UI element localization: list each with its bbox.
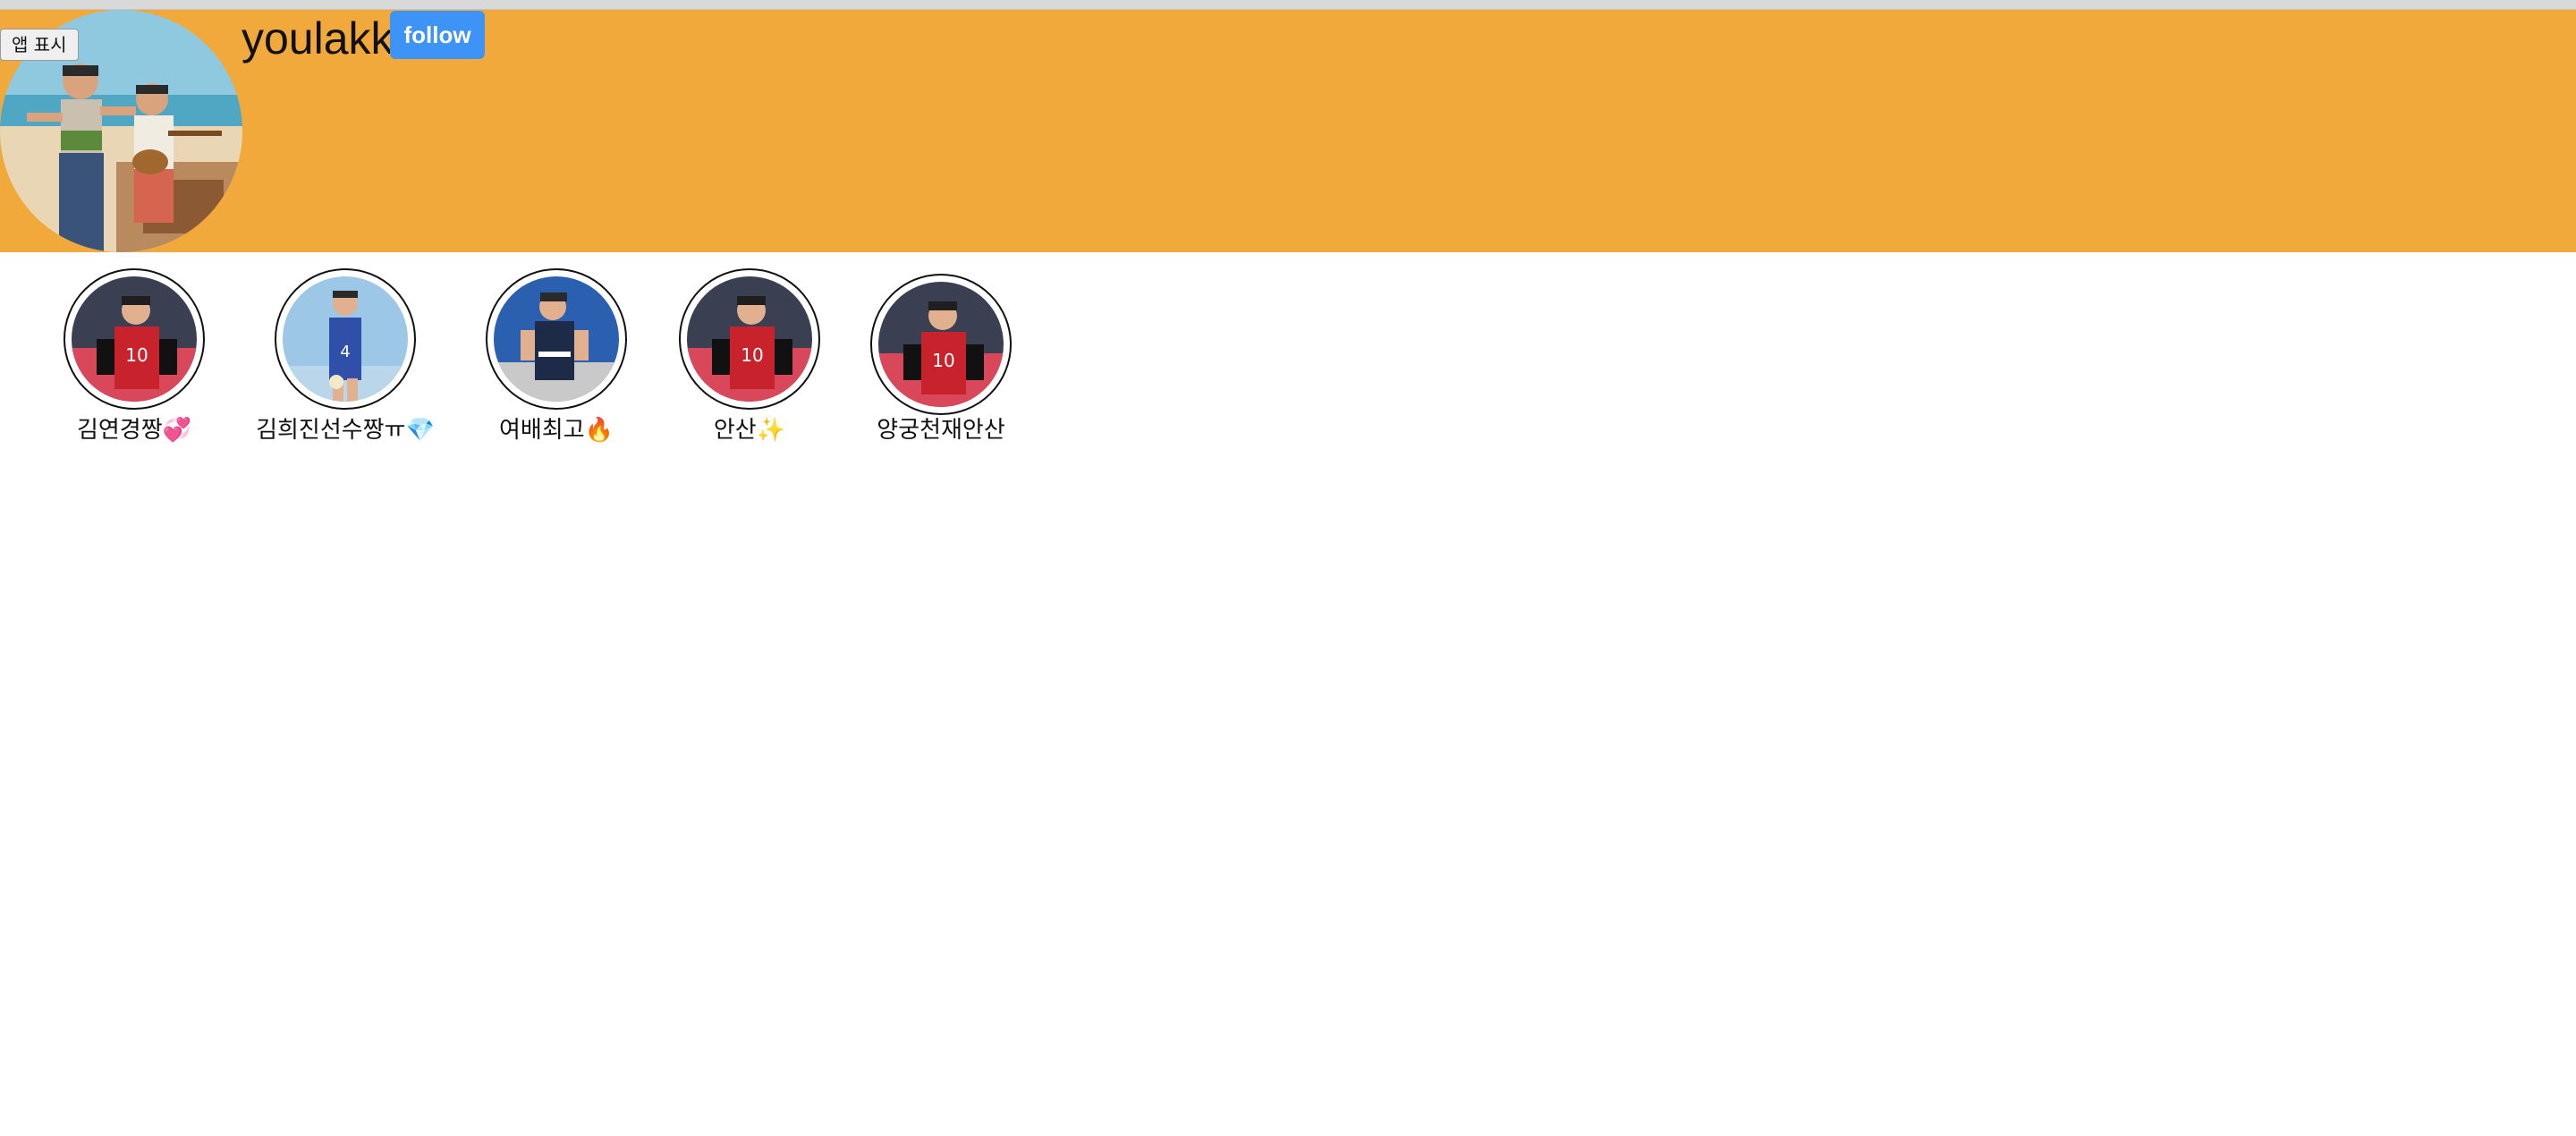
volleyball-player-icon: 10 xyxy=(878,282,1004,407)
follow-button[interactable]: follow xyxy=(390,11,485,59)
highlight-label: 김희진선수짱ㅠ💎 xyxy=(256,417,435,444)
highlight-thumbnail xyxy=(494,276,619,402)
highlight-item[interactable]: 4 김희진선수짱ㅠ💎 xyxy=(238,268,453,445)
highlight-item[interactable]: 여배최고🔥 xyxy=(449,268,664,445)
svg-text:10: 10 xyxy=(932,350,954,371)
highlight-ring xyxy=(486,268,627,410)
highlight-ring: 10 xyxy=(64,268,205,410)
volleyball-player-icon: 4 xyxy=(283,276,408,402)
highlight-label: 여배최고🔥 xyxy=(498,417,614,444)
show-app-button[interactable]: 앱 표시 xyxy=(0,29,79,61)
highlight-ring: 4 xyxy=(275,268,416,410)
svg-text:4: 4 xyxy=(340,343,350,361)
highlight-label: 김연경짱💞 xyxy=(76,417,192,444)
highlight-item[interactable]: 10 안산✨ xyxy=(642,268,857,445)
highlight-thumbnail: 4 xyxy=(283,276,408,402)
highlight-ring: 10 xyxy=(870,274,1012,415)
highlight-thumbnail: 10 xyxy=(878,282,1004,407)
highlight-item[interactable]: 10 김연경짱💞 xyxy=(27,268,242,445)
svg-text:10: 10 xyxy=(741,344,763,366)
highlight-ring: 10 xyxy=(679,268,820,410)
volleyball-player-icon xyxy=(494,276,619,402)
highlight-thumbnail: 10 xyxy=(687,276,812,402)
highlight-label: 양궁천재안산 xyxy=(877,417,1005,444)
svg-text:10: 10 xyxy=(125,344,148,366)
highlight-thumbnail: 10 xyxy=(72,276,197,402)
volleyball-player-icon: 10 xyxy=(687,276,812,402)
highlight-item[interactable]: 10 양궁천재안산 xyxy=(834,274,1048,445)
volleyball-player-icon: 10 xyxy=(72,276,197,402)
profile-username: youlakk xyxy=(242,13,394,64)
highlight-label: 안산✨ xyxy=(713,417,786,444)
